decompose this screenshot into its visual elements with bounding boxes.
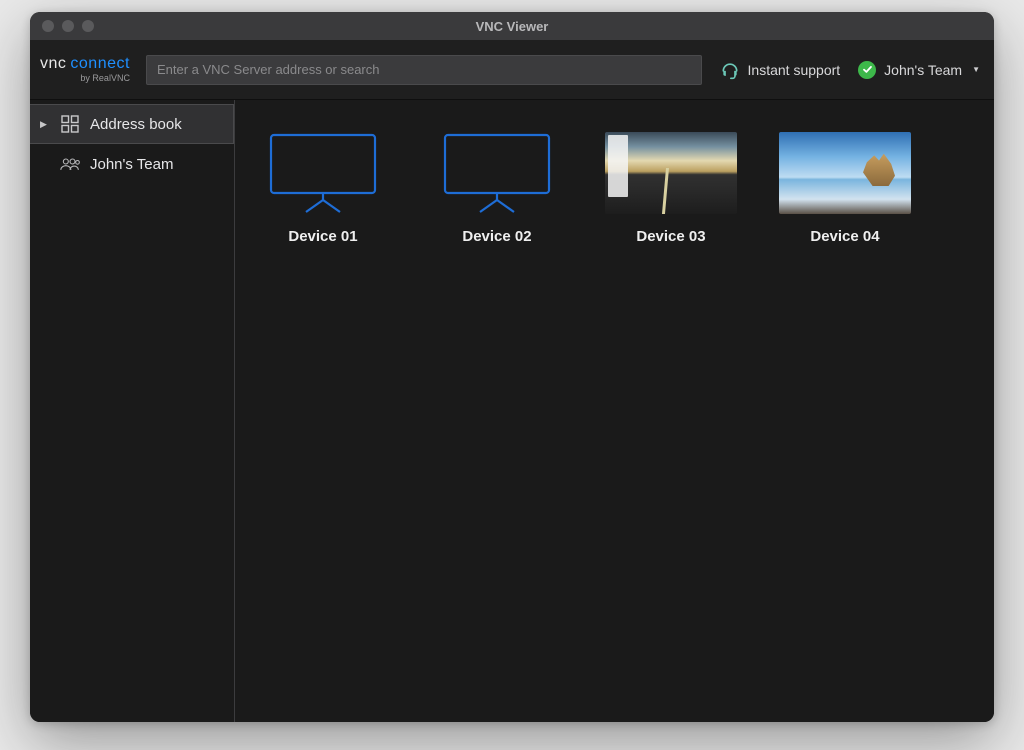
app-body: ▶ Address book ▶ [30, 100, 994, 722]
minimize-icon[interactable] [62, 20, 74, 32]
titlebar: VNC Viewer [30, 12, 994, 40]
monitor-icon [257, 132, 389, 214]
monitor-icon [431, 132, 563, 214]
brand-wordmark: vnc connect [40, 56, 130, 72]
brand-text-vnc: vnc [40, 56, 66, 72]
instant-support-label: Instant support [748, 62, 841, 78]
brand-text-connect: connect [70, 56, 130, 72]
device-grid: Device 01 Device 02 Device 03 Devi [235, 100, 994, 722]
device-label: Device 03 [636, 228, 705, 245]
team-dropdown[interactable]: John's Team ▼ [858, 61, 980, 79]
device-label: Device 01 [288, 228, 357, 245]
device-label: Device 04 [810, 228, 879, 245]
headset-icon [720, 60, 740, 80]
chevron-right-icon: ▶ [40, 119, 50, 130]
device-tile[interactable]: Device 01 [257, 132, 389, 245]
checkmark-icon [858, 61, 876, 79]
sidebar: ▶ Address book ▶ [30, 100, 235, 722]
device-preview-thumb [779, 132, 911, 214]
app-window: VNC Viewer vnc connect by RealVNC Instan… [30, 12, 994, 722]
window-controls[interactable] [30, 20, 94, 32]
device-label: Device 02 [462, 228, 531, 245]
brand-subtitle: by RealVNC [80, 74, 130, 83]
grid-icon [60, 115, 80, 133]
sidebar-item-address-book[interactable]: ▶ Address book [30, 104, 234, 144]
device-tile[interactable]: Device 03 [605, 132, 737, 245]
window-title: VNC Viewer [30, 19, 994, 34]
zoom-icon[interactable] [82, 20, 94, 32]
sidebar-item-label: John's Team [90, 156, 173, 173]
device-tile[interactable]: Device 02 [431, 132, 563, 245]
brand-logo: vnc connect by RealVNC [40, 56, 130, 83]
close-icon[interactable] [42, 20, 54, 32]
device-tile[interactable]: Device 04 [779, 132, 911, 245]
sidebar-item-team[interactable]: ▶ John's Team [30, 144, 234, 184]
sidebar-item-label: Address book [90, 116, 182, 133]
device-preview-thumb [605, 132, 737, 214]
team-dropdown-label: John's Team [884, 62, 962, 78]
people-icon [60, 156, 80, 172]
toolbar: vnc connect by RealVNC Instant support [30, 40, 994, 100]
chevron-down-icon: ▼ [972, 65, 980, 74]
search-input[interactable] [146, 55, 702, 85]
instant-support-button[interactable]: Instant support [720, 60, 841, 80]
